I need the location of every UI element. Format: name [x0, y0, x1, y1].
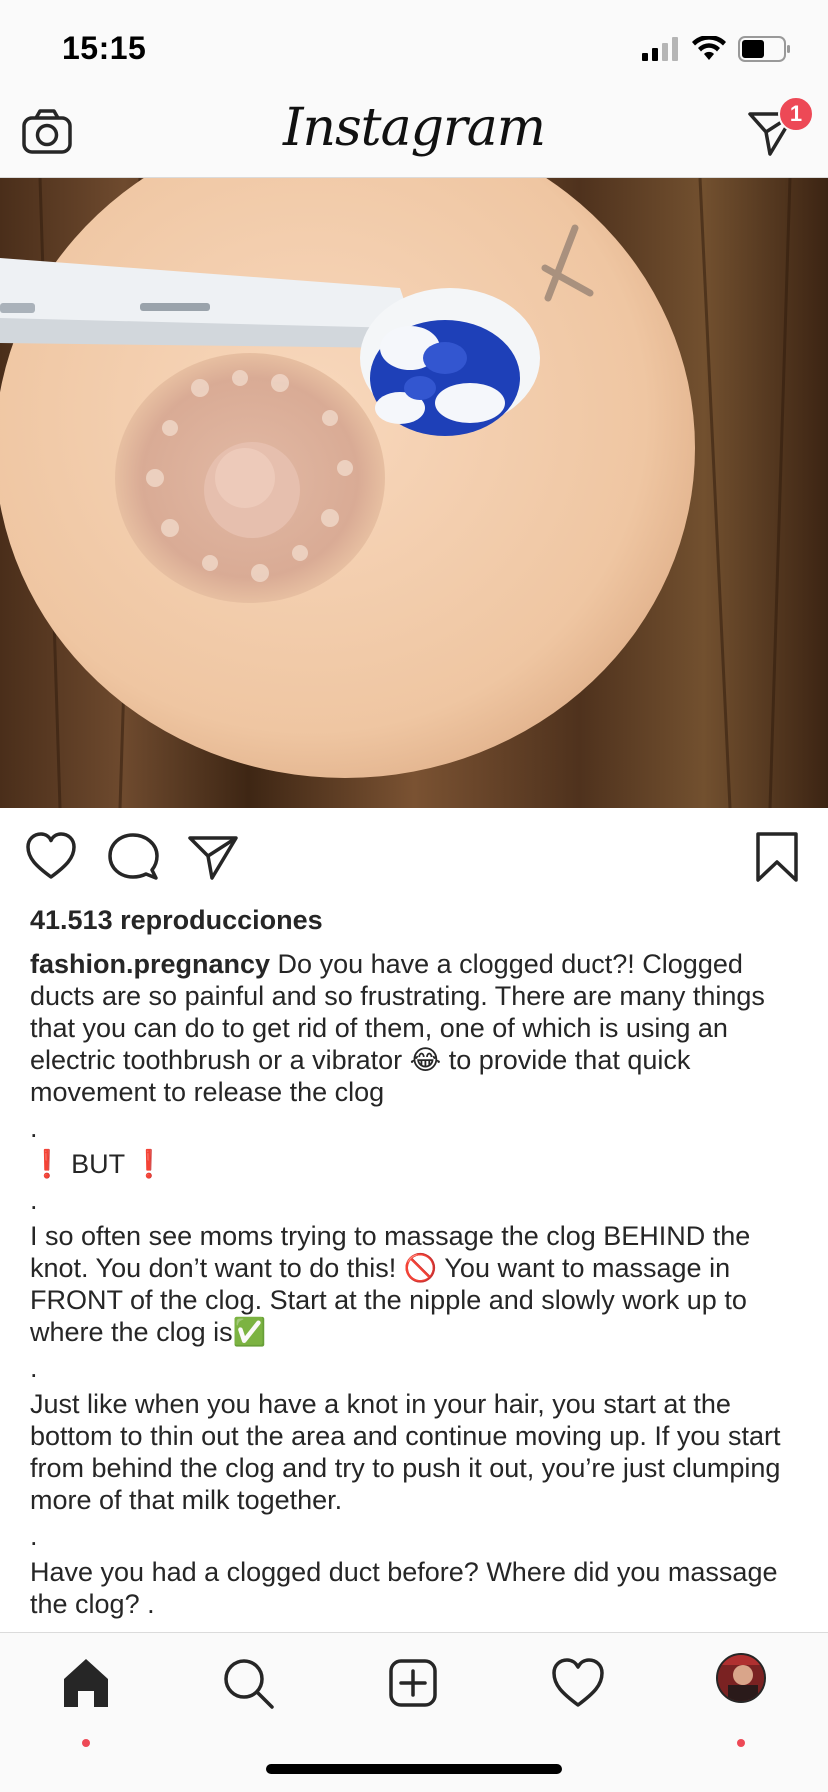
profile-tab-avatar[interactable] [716, 1653, 766, 1703]
caption-separator: . [30, 1353, 38, 1383]
share-button[interactable] [186, 830, 240, 884]
signal-icon [642, 37, 678, 61]
caption-separator: . [30, 1185, 38, 1215]
wifi-icon [692, 36, 726, 60]
create-tab[interactable] [383, 1653, 443, 1713]
add-post-icon [389, 1659, 437, 1707]
search-tab[interactable] [218, 1653, 278, 1713]
post-caption: fashion.pregnancy Do you have a clogged … [30, 948, 802, 1620]
profile-tab-indicator [737, 1739, 745, 1747]
avatar-image [718, 1655, 764, 1701]
view-count: 41.513 reproducciones [30, 905, 323, 935]
instagram-logo: Instagram [282, 98, 546, 158]
home-indicator [266, 1764, 562, 1774]
app-header: Instagram 1 [0, 96, 828, 178]
like-button[interactable] [24, 830, 78, 884]
comment-button[interactable] [106, 830, 160, 884]
status-time: 15:15 [62, 30, 147, 66]
activity-tab[interactable] [548, 1653, 608, 1713]
caption-paragraph: I so often see moms trying to massage th… [30, 1221, 751, 1347]
heart-icon [552, 1658, 604, 1707]
home-tab[interactable] [56, 1653, 116, 1713]
paper-plane-icon [188, 836, 238, 880]
notification-badge: 1 [778, 96, 814, 132]
battery-icon [738, 36, 790, 62]
caption-paragraph: Have you had a clogged duct before? Wher… [30, 1557, 778, 1619]
home-icon [64, 1659, 108, 1707]
post-video[interactable] [0, 178, 828, 808]
status-icons [642, 36, 792, 62]
bookmark-icon [756, 832, 798, 882]
caption-but: ❗ BUT ❗ [30, 1149, 166, 1179]
heart-icon [26, 832, 76, 879]
comment-icon [108, 833, 159, 880]
home-tab-indicator [82, 1739, 90, 1747]
search-icon [224, 1659, 274, 1709]
post-actions [0, 820, 828, 890]
status-bar: 15:15 [0, 0, 828, 96]
caption-paragraph: Just like when you have a knot in your h… [30, 1389, 781, 1515]
caption-separator: . [30, 1521, 38, 1551]
post-username[interactable]: fashion.pregnancy [30, 949, 270, 979]
post-media-image [0, 178, 828, 808]
save-button[interactable] [750, 830, 804, 884]
caption-separator: . [30, 1113, 38, 1143]
